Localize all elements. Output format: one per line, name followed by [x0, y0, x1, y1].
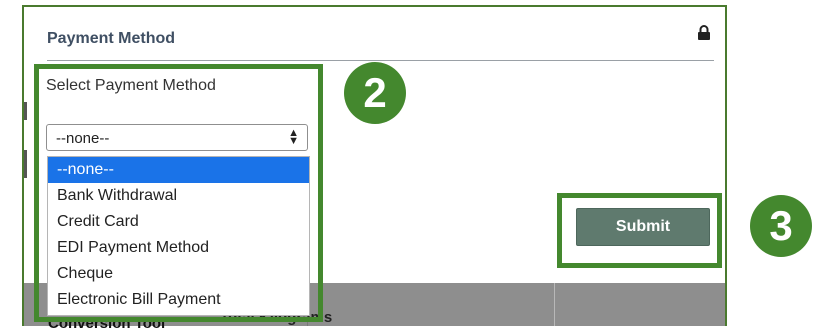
submit-button[interactable]: Submit: [576, 208, 710, 246]
lock-icon: [698, 25, 710, 40]
title-divider: [47, 60, 714, 61]
column-divider: [554, 283, 555, 326]
step-badge-2: 2: [344, 62, 406, 124]
highlight-box-select: [34, 64, 323, 322]
panel-title: Payment Method: [47, 30, 176, 47]
partial-left-element: [24, 102, 27, 120]
step-badge-3: 3: [750, 195, 812, 257]
partial-left-element: [24, 150, 27, 178]
